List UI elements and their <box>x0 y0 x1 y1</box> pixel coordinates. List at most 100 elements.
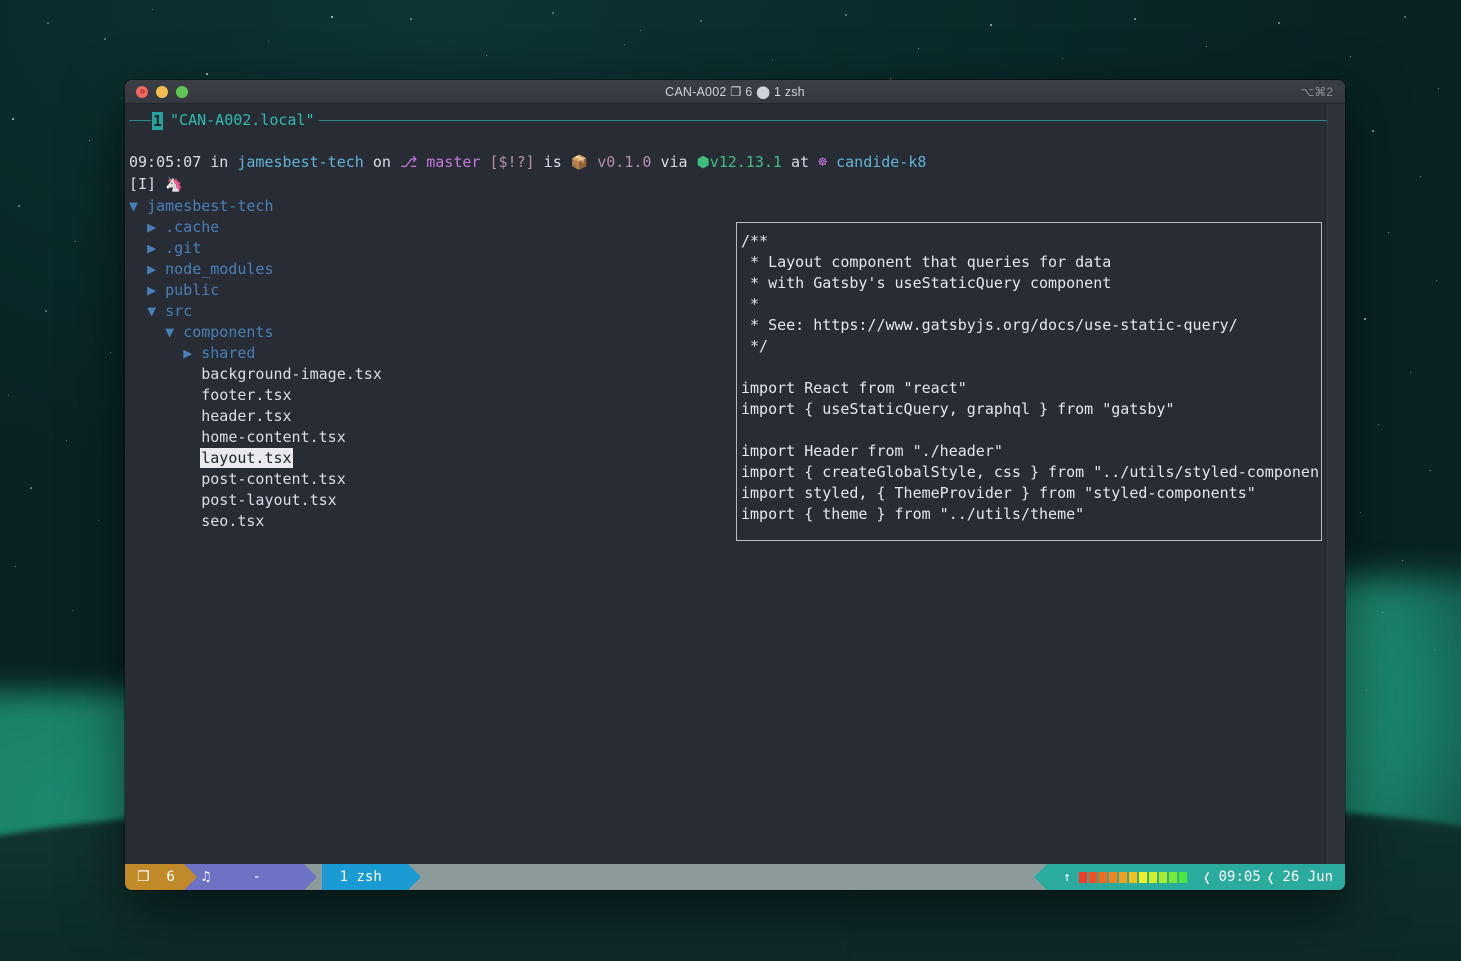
unicorn-icon: 🦄 <box>165 177 182 193</box>
tree-item-label[interactable]: post-layout.tsx <box>201 491 336 509</box>
window-shortcut-hint: ⌥⌘2 <box>1300 85 1333 99</box>
tree-marker-space <box>183 407 201 425</box>
tree-selected-file-label[interactable]: layout.tsx <box>201 449 291 467</box>
tree-marker-space <box>156 239 165 257</box>
tree-item-label[interactable]: seo.tsx <box>201 512 264 530</box>
tree-dir-row[interactable]: ▼ jamesbest-tech <box>125 196 1327 217</box>
chevron-right-icon[interactable]: ▶ <box>183 344 192 362</box>
cpu-meter-block <box>1099 872 1107 883</box>
tree-item-label[interactable]: components <box>183 323 273 341</box>
preview-code-line <box>741 357 1321 378</box>
tree-marker-space <box>183 365 201 383</box>
preview-code-line: import styled, { ThemeProvider } from "s… <box>741 483 1321 504</box>
status-spacer <box>408 864 1048 890</box>
tree-marker-space <box>192 344 201 362</box>
vi-mode-indicator: [I] <box>129 175 156 193</box>
tree-marker-space <box>156 260 165 278</box>
window-name: zsh <box>356 869 381 885</box>
pane-border-dash-left <box>129 120 151 121</box>
cpu-meter <box>1079 872 1187 883</box>
tree-indent <box>129 407 183 425</box>
cpu-meter-block <box>1129 872 1137 883</box>
tree-marker-space <box>183 386 201 404</box>
tree-item-label[interactable]: footer.tsx <box>201 386 291 404</box>
right-segment-arrow <box>1034 864 1047 890</box>
cpu-meter-block <box>1139 872 1147 883</box>
file-preview-panel: /** * Layout component that queries for … <box>736 222 1322 541</box>
terminal-screen[interactable]: 1 "CAN-A002.local" 09:05:07 in jamesbest… <box>125 104 1327 864</box>
preview-code-line: import Header from "./header" <box>741 441 1321 462</box>
status-clock: 09:05 <box>1219 869 1261 885</box>
cpu-meter-block <box>1119 872 1127 883</box>
tree-item-label[interactable]: header.tsx <box>201 407 291 425</box>
close-button[interactable] <box>136 86 148 98</box>
pane-border-dash-right <box>319 120 1327 121</box>
chevron-down-icon[interactable]: ▼ <box>129 197 138 215</box>
tree-marker-space <box>156 218 165 236</box>
chevron-right-icon[interactable]: ▶ <box>147 260 156 278</box>
status-music-segment[interactable]: ♫ - <box>184 864 304 890</box>
cpu-meter-block <box>1169 872 1177 883</box>
minimize-button[interactable] <box>156 86 168 98</box>
music-note-icon: ♫ <box>202 869 210 885</box>
tree-item-label[interactable]: src <box>165 302 192 320</box>
tree-item-label[interactable]: home-content.tsx <box>201 428 346 446</box>
tree-indent <box>129 512 183 530</box>
chevron-right-icon[interactable]: ▶ <box>147 218 156 236</box>
tree-indent <box>129 428 183 446</box>
tree-item-label[interactable]: background-image.tsx <box>201 365 382 383</box>
music-track-label: - <box>252 869 260 885</box>
tmux-status-bar[interactable]: ❐ 6 ♫ - 1 zsh ↑ ❬ 09:05 ❬ 26 Jun <box>125 864 1345 890</box>
prompt-in-word: in <box>201 153 237 171</box>
tree-item-label[interactable]: .cache <box>165 218 219 236</box>
tmux-pane-number: 1 <box>152 112 163 130</box>
cpu-meter-block <box>1079 872 1087 883</box>
chevron-down-icon[interactable]: ▼ <box>147 302 156 320</box>
prompt-is-word: is <box>535 153 571 171</box>
tree-item-label[interactable]: node_modules <box>165 260 273 278</box>
cpu-meter-block <box>1109 872 1117 883</box>
shell-prompt-line: 09:05:07 in jamesbest-tech on ⎇ master [… <box>125 152 1327 174</box>
prompt-k8s-context: candide-k8 <box>836 153 926 171</box>
tree-marker-space <box>183 491 201 509</box>
status-session-segment[interactable]: ❐ 6 <box>125 864 184 890</box>
prompt-package-version: v0.1.0 <box>597 153 651 171</box>
terminal-window[interactable]: CAN-A002 ❐ 6 ⬤ 1 zsh ⌥⌘2 1 "CAN-A002.loc… <box>125 80 1345 890</box>
cpu-meter-block <box>1089 872 1097 883</box>
tmux-pane-border: 1 "CAN-A002.local" <box>125 110 1327 131</box>
tree-item-label[interactable]: public <box>165 281 219 299</box>
node-icon: ⬢ <box>697 153 710 171</box>
tmux-pane-title: "CAN-A002.local" <box>170 110 315 131</box>
chevron-down-icon[interactable]: ▼ <box>165 323 174 341</box>
chevron-right-icon[interactable]: ▶ <box>147 239 156 257</box>
git-branch-icon: ⎇ <box>400 153 417 171</box>
chevron-right-icon[interactable]: ▶ <box>147 281 156 299</box>
window-controls[interactable] <box>136 86 188 98</box>
cpu-meter-block <box>1179 872 1187 883</box>
tree-marker-space <box>138 197 147 215</box>
music-segment-arrow <box>304 864 317 890</box>
chevron-clock-icon: ❬ <box>1202 868 1212 887</box>
preview-code-line: * See: https://www.gatsbyjs.org/docs/use… <box>741 315 1321 336</box>
session-icon: ❐ <box>137 869 150 885</box>
window-titlebar[interactable]: CAN-A002 ❐ 6 ⬤ 1 zsh ⌥⌘2 <box>125 80 1345 104</box>
status-window-segment[interactable]: 1 zsh <box>322 864 408 890</box>
zoom-button[interactable] <box>176 86 188 98</box>
tree-marker-space <box>156 281 165 299</box>
shell-prompt-mode-line: [I] 🦄 <box>125 174 1327 196</box>
tree-indent <box>129 470 183 488</box>
status-right-segment[interactable]: ↑ ❬ 09:05 ❬ 26 Jun <box>1047 864 1345 890</box>
tree-indent <box>129 260 147 278</box>
cpu-meter-block <box>1149 872 1157 883</box>
tree-item-label[interactable]: jamesbest-tech <box>147 197 273 215</box>
tree-marker-space <box>156 302 165 320</box>
tree-item-label[interactable]: .git <box>165 239 201 257</box>
prompt-git-branch: master <box>426 153 480 171</box>
terminal-body[interactable]: 1 "CAN-A002.local" 09:05:07 in jamesbest… <box>125 104 1345 890</box>
prompt-at-word: at <box>782 153 818 171</box>
tree-indent <box>129 491 183 509</box>
tree-item-label[interactable]: post-content.tsx <box>201 470 346 488</box>
tree-indent <box>129 323 165 341</box>
tree-item-label[interactable]: shared <box>201 344 255 362</box>
window-index: 1 <box>340 869 348 885</box>
